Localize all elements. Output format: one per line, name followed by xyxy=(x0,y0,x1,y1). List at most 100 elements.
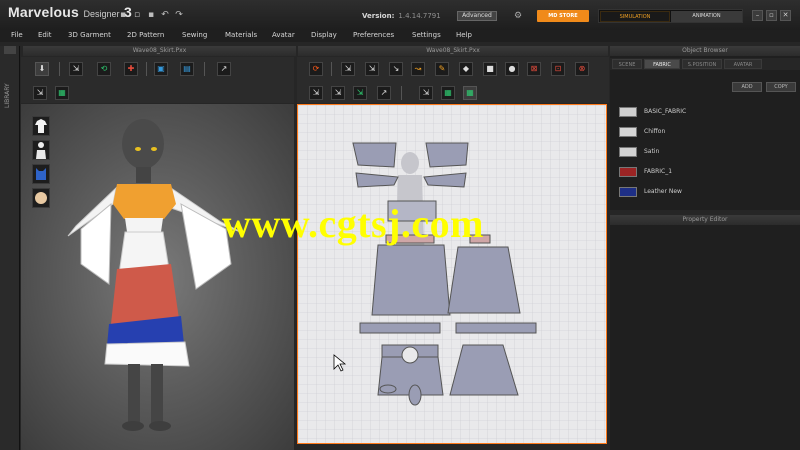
library-label[interactable]: LIBRARY xyxy=(4,83,11,108)
version-number: 1.4.14.7791 xyxy=(398,12,441,20)
free-sewing-icon[interactable]: ⇲ xyxy=(331,86,345,100)
property-editor-title: Property Editor xyxy=(610,215,800,225)
fabric-list-item[interactable]: Chiffon xyxy=(617,124,795,142)
fabric-name: BASIC_FABRIC xyxy=(644,108,687,115)
md-store-button[interactable]: MD STORE xyxy=(537,10,589,22)
segment-sewing-icon[interactable]: ⇲ xyxy=(309,86,323,100)
add-fabric-button[interactable]: ADD xyxy=(732,82,762,92)
menu-file[interactable]: File xyxy=(11,31,23,39)
fabric-name: FABRIC_1 xyxy=(644,168,673,175)
open-icon[interactable]: ▪ xyxy=(146,11,156,20)
pattern-piece[interactable] xyxy=(425,142,469,168)
rectangle-icon[interactable]: ■ xyxy=(483,62,497,76)
2d-toolbar: ⟳ ⇲ ⇲ ↘ ↝ ✎ ◆ ■ ● ⊠ ⊡ ⊗ ⇲ ⇲ ⇲ ↗ ⇲ ▦ ▦ xyxy=(297,57,609,103)
pattern-canvas[interactable] xyxy=(298,105,607,444)
select-move-icon[interactable]: ⬇ xyxy=(35,62,49,76)
menu-avatar[interactable]: Avatar xyxy=(272,31,295,39)
library-panel[interactable]: LIBRARY xyxy=(0,46,20,450)
fold-arrange-icon[interactable]: ⟲ xyxy=(97,62,111,76)
fabric-swatch xyxy=(619,107,637,117)
menu-materials[interactable]: Materials xyxy=(225,31,257,39)
curve-point-icon[interactable]: ↝ xyxy=(411,62,425,76)
pattern-piece[interactable] xyxy=(359,322,441,334)
copy-fabric-button[interactable]: COPY xyxy=(766,82,796,92)
texture-edit-icon[interactable]: ▦ xyxy=(463,86,477,100)
2d-pattern-window[interactable] xyxy=(297,104,607,444)
close-button[interactable]: ✕ xyxy=(780,10,791,21)
fabric-list-item[interactable]: Satin xyxy=(617,144,795,162)
tab-fabric[interactable]: FABRIC xyxy=(644,59,680,69)
dart-icon[interactable]: ⊗ xyxy=(575,62,589,76)
menu-3d-garment[interactable]: 3D Garment xyxy=(68,31,111,39)
fabric-swatch xyxy=(619,167,637,177)
menu-preferences[interactable]: Preferences xyxy=(353,31,394,39)
select-mesh-icon[interactable]: ⇲ xyxy=(69,62,83,76)
folder-icon[interactable]: ▫ xyxy=(132,11,142,20)
menu-settings[interactable]: Settings xyxy=(412,31,441,39)
select-vertex-icon[interactable]: ⇲ xyxy=(33,86,47,100)
menu-help[interactable]: Help xyxy=(456,31,472,39)
simulate-icon[interactable]: ⟳ xyxy=(309,62,323,76)
polygon-icon[interactable]: ◆ xyxy=(459,62,473,76)
library-pin-icon[interactable] xyxy=(4,46,16,54)
edition-badge: Advanced xyxy=(457,11,497,21)
tab-scene[interactable]: SCENE xyxy=(612,59,642,69)
menu-edit[interactable]: Edit xyxy=(38,31,52,39)
pattern-piece[interactable] xyxy=(408,384,422,406)
3d-viewport[interactable] xyxy=(21,104,294,450)
pattern-piece[interactable] xyxy=(455,322,537,334)
restore-button[interactable]: ▫ xyxy=(766,10,777,21)
save-icon[interactable]: ▪ xyxy=(118,11,128,20)
fabric-name: Leather New xyxy=(644,188,682,195)
texture-select-icon[interactable]: ⇲ xyxy=(419,86,433,100)
mode-switch: SIMULATION ANIMATION xyxy=(598,9,743,23)
pattern-piece[interactable] xyxy=(447,246,521,314)
pattern-piece[interactable] xyxy=(371,244,451,316)
internal-rect-icon[interactable]: ⊡ xyxy=(551,62,565,76)
garment-reset-icon[interactable]: ▤ xyxy=(180,62,194,76)
internal-polygon-icon[interactable]: ⊠ xyxy=(527,62,541,76)
edit-pattern-icon[interactable]: ⇲ xyxy=(365,62,379,76)
tab-s-position[interactable]: S.POSITION xyxy=(682,59,722,69)
menu-2d-pattern[interactable]: 2D Pattern xyxy=(127,31,164,39)
add-point-icon[interactable]: ✎ xyxy=(435,62,449,76)
animation-mode-button[interactable]: ANIMATION xyxy=(671,11,742,22)
tack-icon[interactable]: ✚ xyxy=(124,62,138,76)
simulation-mode-button[interactable]: SIMULATION xyxy=(600,11,670,22)
object-browser-tabs: SCENE FABRIC S.POSITION AVATAR xyxy=(610,58,800,70)
circle-icon[interactable]: ● xyxy=(505,62,519,76)
fabric-list-item[interactable]: Leather New xyxy=(617,184,795,202)
title-bar: Marvelous Designer 3 ▪ ▫ ▪ ↶ ↷ Version: 1… xyxy=(0,0,800,30)
redo-icon[interactable]: ↷ xyxy=(174,11,184,20)
menu-sewing[interactable]: Sewing xyxy=(182,31,207,39)
minimize-button[interactable]: – xyxy=(752,10,763,21)
avatar-figure[interactable] xyxy=(21,104,294,450)
edit-curve-icon[interactable]: ↘ xyxy=(389,62,403,76)
pattern-piece[interactable] xyxy=(352,142,397,168)
watermark-text: www.cgtsj.com xyxy=(222,201,484,246)
menu-display[interactable]: Display xyxy=(311,31,337,39)
measure-icon[interactable]: ↗ xyxy=(217,62,231,76)
transform-pattern-icon[interactable]: ⇲ xyxy=(341,62,355,76)
version-label: Version: xyxy=(362,12,395,20)
fabric-swatch xyxy=(619,147,637,157)
fabric-list-item[interactable]: BASIC_FABRIC xyxy=(617,104,795,122)
undo-icon[interactable]: ↶ xyxy=(160,11,170,20)
garment-fit-icon[interactable]: ▣ xyxy=(154,62,168,76)
tab-avatar[interactable]: AVATAR xyxy=(724,59,762,69)
fabric-swatch xyxy=(619,187,637,197)
settings-icon[interactable]: ⚙ xyxy=(514,11,522,21)
grid-icon[interactable]: ▦ xyxy=(55,86,69,100)
toolbar-separator xyxy=(146,62,147,76)
toolbar-separator xyxy=(59,62,60,76)
pattern-piece[interactable] xyxy=(379,384,397,394)
toolbar-separator xyxy=(204,62,205,76)
fold-sewing-icon[interactable]: ↗ xyxy=(377,86,391,100)
object-browser-panel: Object Browser SCENE FABRIC S.POSITION A… xyxy=(610,46,800,210)
edit-sewing-icon[interactable]: ⇲ xyxy=(353,86,367,100)
app-window: Marvelous Designer 3 ▪ ▫ ▪ ↶ ↷ Version: 1… xyxy=(0,0,800,450)
texture-grid-icon[interactable]: ▦ xyxy=(441,86,455,100)
logo-main: Marvelous xyxy=(8,4,80,20)
fabric-list-item[interactable]: FABRIC_1 xyxy=(617,164,795,182)
logo-sub: Designer xyxy=(83,9,120,19)
